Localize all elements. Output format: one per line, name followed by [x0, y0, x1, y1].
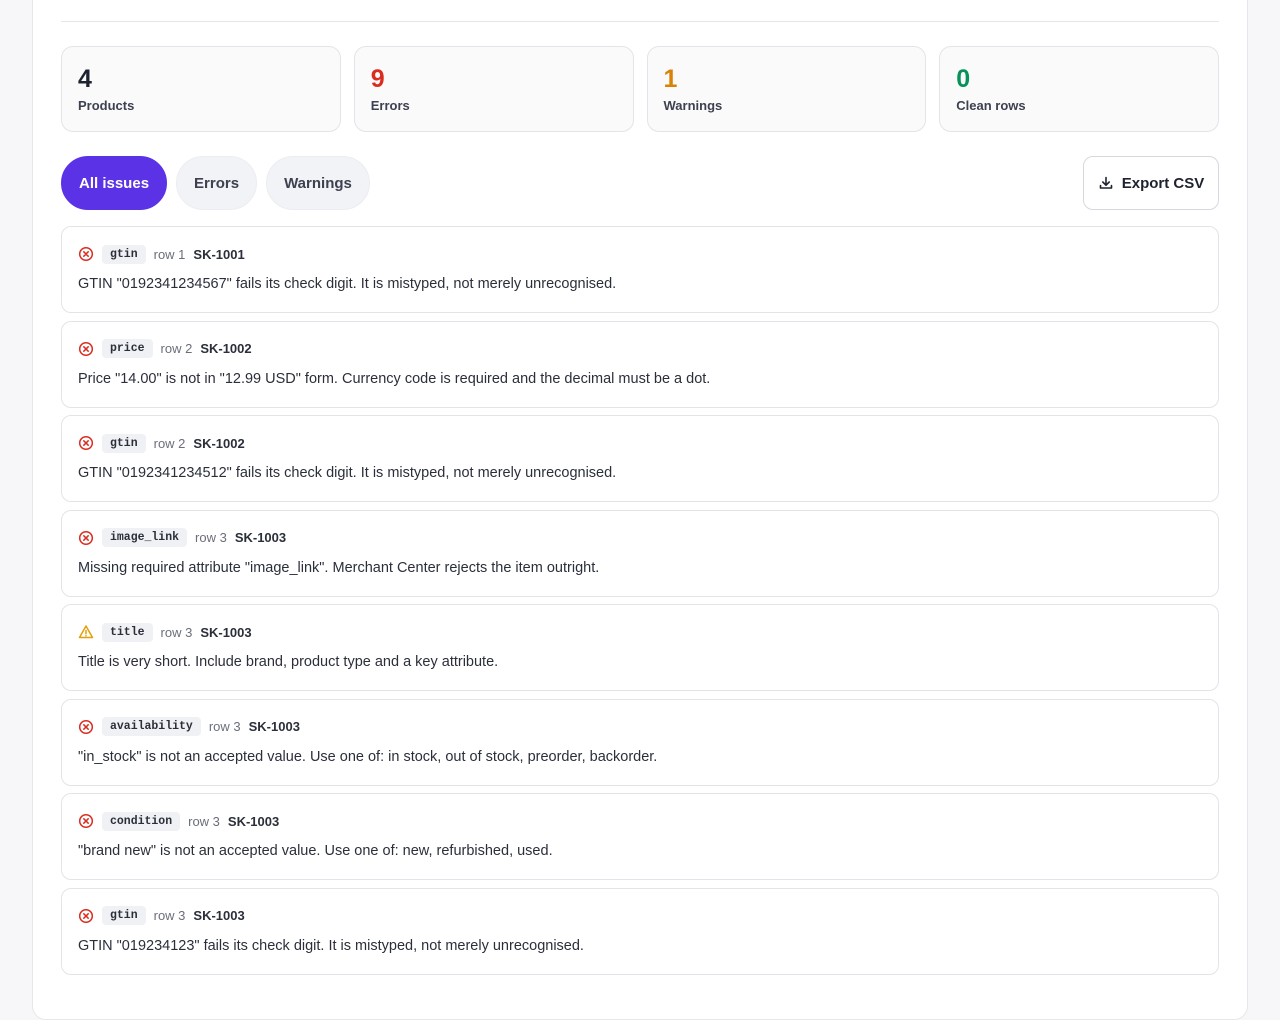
- download-icon: [1098, 175, 1114, 191]
- field-tag: gtin: [102, 906, 146, 925]
- issue-header: availability row 3 SK-1003: [78, 717, 1202, 737]
- warning-triangle-icon: [78, 624, 94, 640]
- stat-card-products: 4 Products: [61, 46, 341, 132]
- issue-message: "in_stock" is not an accepted value. Use…: [78, 748, 658, 765]
- sku-label: SK-1003: [200, 624, 252, 640]
- issue-card[interactable]: availability row 3 SK-1003 "in_stock" is no…: [61, 698, 1219, 786]
- sku-label: SK-1003: [227, 813, 280, 829]
- error-circle-icon: [78, 908, 94, 924]
- field-tag: image_link: [102, 528, 188, 547]
- sku-label: SK-1003: [234, 530, 287, 545]
- export-csv-label: Export CSV: [1121, 174, 1205, 192]
- issue-message: Missing required attribute "image_link".…: [78, 559, 600, 576]
- stat-label: Products: [78, 98, 135, 113]
- stat-label: Warnings: [663, 98, 723, 113]
- stat-card-errors: 9 Errors: [353, 46, 634, 132]
- issue-message: GTIN "019234123" fails its check digit. …: [78, 937, 584, 954]
- sku-label: SK-1001: [193, 246, 245, 262]
- error-circle-icon: [78, 530, 94, 546]
- issue-message: "brand new" is not an accepted value. Us…: [78, 843, 553, 859]
- field-tag: gtin: [102, 244, 146, 264]
- row-ref: row 1: [153, 246, 186, 262]
- issue-message: Title is very short. Include brand, prod…: [78, 654, 499, 670]
- issue-card[interactable]: image_link row 3 SK-1003 Missing required a…: [61, 509, 1219, 597]
- export-csv-button[interactable]: Export CSV: [1083, 156, 1219, 210]
- issue-message: GTIN "0192341234512" fails its check dig…: [78, 465, 617, 481]
- issue-header: gtin row 1 SK-1001: [78, 244, 1202, 264]
- field-tag: availability: [102, 717, 201, 736]
- filter-all-issues[interactable]: All issues: [61, 156, 168, 210]
- issue-message: GTIN "0192341234567" fails its check dig…: [78, 276, 617, 292]
- stat-value: 0: [956, 65, 971, 93]
- row-ref: row 3: [188, 813, 220, 829]
- stat-card-clean-rows: 0 Clean rows: [939, 46, 1219, 132]
- filter-errors[interactable]: Errors: [176, 156, 258, 210]
- issue-card[interactable]: gtin row 3 SK-1003 GTIN "019234123" fails i…: [61, 887, 1219, 975]
- field-tag: price: [102, 339, 153, 358]
- row-ref: row 3: [195, 530, 227, 545]
- row-ref: row 3: [160, 624, 193, 640]
- issue-card[interactable]: price row 2 SK-1002 Price "14.00" is not in…: [61, 320, 1219, 408]
- issue-message: Price "14.00" is not in "12.99 USD" form…: [78, 370, 711, 387]
- error-circle-icon: [78, 813, 94, 829]
- issues-list: gtin row 1 SK-1001 GTIN "0192341234567" fai…: [61, 226, 1219, 982]
- issue-header: title row 3 SK-1003: [78, 622, 1202, 642]
- sku-label: SK-1003: [193, 908, 245, 923]
- row-ref: row 2: [160, 341, 193, 356]
- sku-label: SK-1002: [200, 341, 252, 356]
- row-ref: row 2: [153, 435, 186, 451]
- stat-value: 1: [663, 65, 678, 93]
- stat-value: 9: [370, 65, 385, 93]
- issue-card[interactable]: gtin row 1 SK-1001 GTIN "0192341234567" fai…: [61, 226, 1219, 313]
- issue-card[interactable]: condition row 3 SK-1003 "brand new" is not …: [61, 793, 1219, 880]
- issue-card[interactable]: title row 3 SK-1003 Title is very short. In…: [61, 604, 1219, 691]
- stat-value: 4: [78, 65, 92, 93]
- row-ref: row 3: [153, 908, 186, 923]
- sku-label: SK-1003: [248, 719, 300, 734]
- stat-label: Errors: [370, 98, 410, 113]
- error-circle-icon: [78, 435, 94, 451]
- issue-header: condition row 3 SK-1003: [78, 811, 1202, 831]
- header-divider: [61, 21, 1219, 22]
- error-circle-icon: [78, 719, 94, 735]
- issue-header: image_link row 3 SK-1003: [78, 528, 1202, 548]
- error-circle-icon: [78, 341, 94, 357]
- sku-label: SK-1002: [193, 435, 245, 451]
- stat-label: Clean rows: [956, 98, 1026, 113]
- field-tag: condition: [102, 811, 181, 831]
- filter-warnings[interactable]: Warnings: [266, 156, 370, 210]
- stat-card-warnings: 1 Warnings: [646, 46, 927, 132]
- error-circle-icon: [78, 246, 94, 262]
- row-ref: row 3: [208, 719, 241, 734]
- issue-header: gtin row 2 SK-1002: [78, 433, 1202, 453]
- issue-card[interactable]: gtin row 2 SK-1002 GTIN "0192341234512" fai…: [61, 415, 1219, 502]
- field-tag: gtin: [102, 433, 146, 453]
- issue-header: price row 2 SK-1002: [78, 339, 1202, 359]
- issue-header: gtin row 3 SK-1003: [78, 906, 1202, 926]
- field-tag: title: [102, 622, 153, 642]
- summary-stats: 4 Products 9 Errors 1 Warnings 0 Clean r…: [61, 46, 1219, 132]
- issues-toolbar: All issues Errors Warnings Export CSV: [61, 156, 1219, 210]
- filter-tabs: All issues Errors Warnings: [61, 156, 1219, 210]
